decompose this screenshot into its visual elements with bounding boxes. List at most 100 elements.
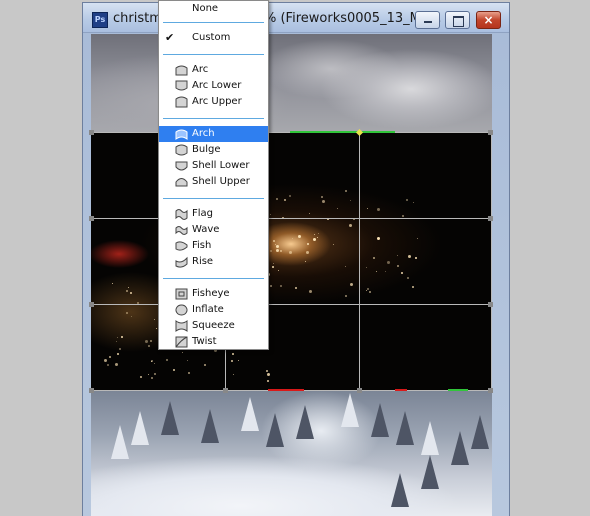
- minimize-button[interactable]: [415, 11, 440, 29]
- shell-lower-icon: [175, 160, 188, 172]
- warp-menu-item-arc-lower[interactable]: Arc Lower: [159, 78, 268, 94]
- snowy-tree: [451, 431, 469, 465]
- snowy-tree: [396, 411, 414, 445]
- bulge-icon: [175, 144, 188, 156]
- firework-spark: [148, 345, 151, 348]
- firework-spark: [406, 277, 409, 280]
- firework-spark: [108, 356, 111, 359]
- document-canvas[interactable]: [91, 34, 492, 516]
- firework-spark: [384, 271, 386, 273]
- twist-icon: [175, 336, 188, 348]
- firework-spark: [412, 286, 415, 289]
- warp-menu-item-flag[interactable]: Flag: [159, 206, 268, 222]
- firework-spark: [181, 351, 183, 353]
- snowy-tree: [421, 455, 439, 489]
- snowy-tree: [391, 473, 409, 507]
- warp-menu-item-shell-lower[interactable]: Shell Lower: [159, 158, 268, 174]
- firework-spark: [406, 198, 409, 201]
- close-button[interactable]: ×: [476, 11, 501, 29]
- firework-spark: [305, 251, 309, 255]
- firework-spark: [413, 202, 415, 204]
- firework-spark: [288, 250, 292, 254]
- flag-icon: [175, 208, 188, 220]
- warp-style-menu[interactable]: None ✔ Custom Arc Arc Lower Arc Upper Arch Bulg…: [158, 0, 269, 350]
- firework-spark: [273, 262, 275, 264]
- warp-control-point[interactable]: [488, 130, 493, 135]
- warp-control-point[interactable]: [223, 388, 228, 393]
- warp-menu-item-label: Custom: [192, 32, 231, 43]
- warp-menu-item-label: Arc: [192, 64, 209, 75]
- firework-spark: [321, 195, 324, 198]
- warp-menu-item-fisheye[interactable]: Fisheye: [159, 286, 268, 302]
- warp-menu-item-rise[interactable]: Rise: [159, 254, 268, 270]
- warp-menu-item-none[interactable]: None: [159, 1, 268, 17]
- firework-spark: [314, 234, 316, 236]
- grid-line-h1: [91, 218, 492, 219]
- firework-spark: [139, 375, 142, 378]
- grid-right-edge: [491, 132, 492, 391]
- warp-control-point[interactable]: [488, 302, 493, 307]
- menu-separator: [163, 198, 264, 199]
- wave-icon: [175, 224, 188, 236]
- firework-spark: [230, 359, 233, 362]
- warp-menu-item-custom[interactable]: ✔ Custom: [159, 30, 268, 46]
- firework-spark: [309, 289, 313, 293]
- firework-spark: [306, 242, 309, 245]
- warp-menu-item-inflate[interactable]: Inflate: [159, 302, 268, 318]
- menu-separator: [163, 118, 264, 119]
- warp-control-point[interactable]: [488, 216, 493, 221]
- firework-spark: [150, 376, 153, 379]
- firework-spark: [401, 215, 404, 218]
- menu-separator: [163, 22, 264, 23]
- warp-menu-item-label: Inflate: [192, 304, 224, 315]
- firework-spark: [112, 283, 114, 285]
- sky-clouds-layer: [91, 34, 492, 132]
- firework-spark: [289, 194, 292, 197]
- warp-control-point[interactable]: [488, 388, 493, 393]
- firework-spark: [129, 292, 132, 295]
- fireworks-layer: [91, 132, 492, 391]
- warp-menu-item-squeeze[interactable]: Squeeze: [159, 318, 268, 334]
- warp-menu-item-label: Arc Lower: [192, 80, 242, 91]
- grid-line-v2: [359, 132, 360, 391]
- firework-spark: [317, 233, 319, 235]
- warp-menu-item-label: Twist: [192, 336, 217, 347]
- firework-spark: [375, 270, 377, 272]
- firework-spark: [417, 238, 419, 240]
- firework-spark: [270, 249, 272, 252]
- firework-spark: [126, 311, 129, 314]
- firework-spark: [276, 249, 280, 253]
- warp-menu-item-shell-upper[interactable]: Shell Upper: [159, 174, 268, 190]
- snowy-tree: [131, 411, 149, 445]
- firework-spark: [117, 352, 120, 355]
- warp-menu-item-twist[interactable]: Twist: [159, 334, 268, 350]
- firework-spark: [376, 237, 380, 241]
- document-titlebar[interactable]: Ps christma % (Fireworks0005_13_M, ... ×: [83, 3, 509, 33]
- warp-control-point[interactable]: [89, 388, 94, 393]
- firework-spark: [238, 360, 240, 362]
- firework-spark: [173, 368, 176, 371]
- layer-edge-marker: [268, 389, 304, 391]
- firework-spark: [233, 373, 235, 375]
- warp-menu-item-arc-upper[interactable]: Arc Upper: [159, 94, 268, 110]
- firework-spark: [276, 244, 280, 248]
- warp-menu-item-wave[interactable]: Wave: [159, 222, 268, 238]
- warp-menu-item-arc[interactable]: Arc: [159, 62, 268, 78]
- firework-spark: [118, 347, 121, 350]
- warp-menu-item-label: Rise: [192, 256, 214, 267]
- warp-menu-item-arch[interactable]: Arch: [159, 126, 268, 142]
- firework-spark: [291, 237, 293, 239]
- warp-control-point[interactable]: [89, 130, 94, 135]
- warp-control-point[interactable]: [89, 216, 94, 221]
- warp-menu-item-label: Bulge: [192, 144, 221, 155]
- snowy-tree: [111, 425, 129, 459]
- warp-menu-item-label: Shell Lower: [192, 160, 250, 171]
- warp-control-point[interactable]: [357, 388, 362, 393]
- menu-separator: [163, 278, 264, 279]
- warp-menu-item-bulge[interactable]: Bulge: [159, 142, 268, 158]
- warp-menu-item-fish[interactable]: Fish: [159, 238, 268, 254]
- checkmark-icon: ✔: [165, 31, 175, 44]
- firework-spark: [350, 200, 352, 202]
- warp-control-point[interactable]: [89, 302, 94, 307]
- maximize-button[interactable]: [445, 11, 470, 29]
